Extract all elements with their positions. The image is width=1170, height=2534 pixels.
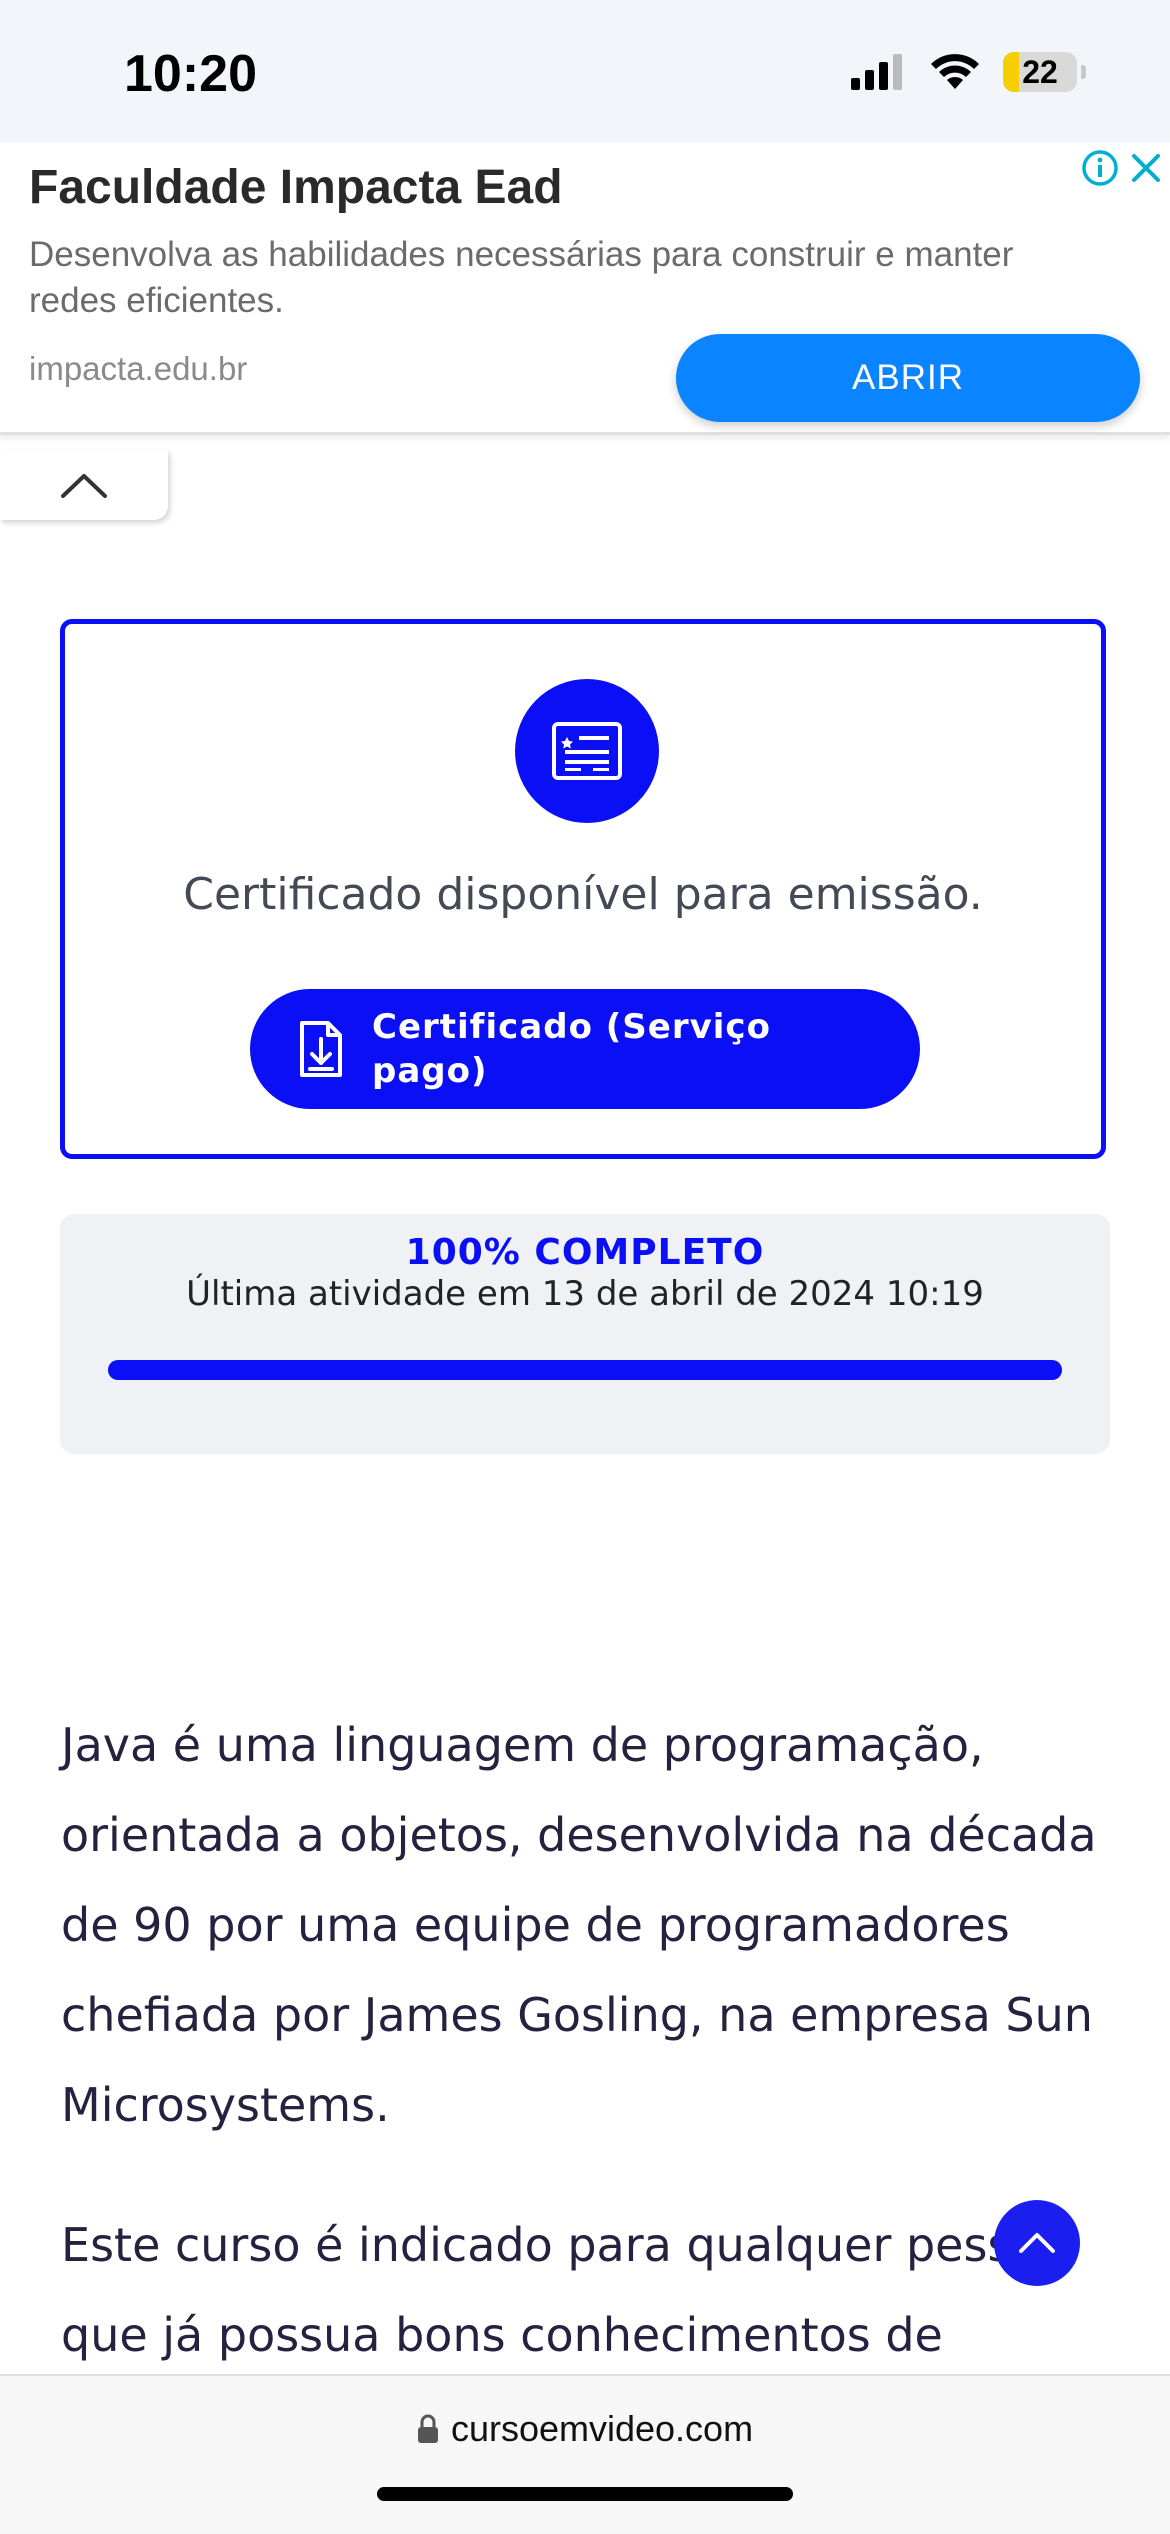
ad-description[interactable]: Desenvolva as habilidades necessárias pa… (29, 232, 1089, 324)
ad-open-button[interactable]: ABRIR (676, 334, 1140, 422)
ad-banner[interactable]: Faculdade Impacta Ead Desenvolva as habi… (0, 142, 1170, 435)
progress-bar-fill (108, 1360, 1062, 1380)
last-activity: Última atividade em 13 de abril de 2024 … (186, 1274, 984, 1314)
info-icon[interactable] (1080, 148, 1120, 188)
progress-panel: 100% COMPLETO Última atividade em 13 de … (60, 1214, 1110, 1454)
status-icons: 22 (851, 52, 1086, 92)
certificate-icon (552, 722, 622, 780)
progress-title: 100% COMPLETO (405, 1232, 765, 1273)
certificate-badge (515, 679, 659, 823)
certificate-message: Certificado disponível para emissão. (183, 869, 983, 920)
scroll-to-top-button[interactable] (994, 2200, 1080, 2286)
ad-title[interactable]: Faculdade Impacta Ead (29, 160, 563, 215)
url-row[interactable]: cursoemvideo.com (0, 2408, 1170, 2450)
battery-icon: 22 (1003, 52, 1077, 92)
certificate-button-label[interactable]: Certificado (Serviço pago) (372, 1005, 792, 1093)
wifi-icon (931, 54, 979, 89)
course-paragraph: Java é uma linguagem de programação, ori… (61, 1718, 1097, 2132)
browser-address-bar[interactable]: cursoemvideo.com (0, 2374, 1170, 2534)
signal-icon (851, 54, 902, 90)
ad-domain[interactable]: impacta.edu.br (29, 350, 247, 388)
home-indicator (377, 2487, 793, 2501)
progress-bar (108, 1360, 1062, 1380)
download-file-icon[interactable] (298, 1019, 344, 1079)
status-bar: 10:20 22 (0, 0, 1170, 142)
ad-collapse-tab[interactable] (0, 450, 168, 520)
close-icon[interactable] (1126, 148, 1166, 188)
chevron-up-icon[interactable] (1017, 2231, 1057, 2255)
status-time: 10:20 (124, 45, 257, 103)
chevron-up-icon[interactable] (59, 470, 109, 500)
battery-level: 22 (1022, 53, 1058, 90)
url-text[interactable]: cursoemvideo.com (451, 2408, 753, 2450)
certificate-card: Certificado disponível para emissão. Cer… (60, 619, 1106, 1159)
lock-icon (417, 2414, 438, 2443)
certificate-button[interactable]: Certificado (Serviço pago) (250, 989, 920, 1109)
